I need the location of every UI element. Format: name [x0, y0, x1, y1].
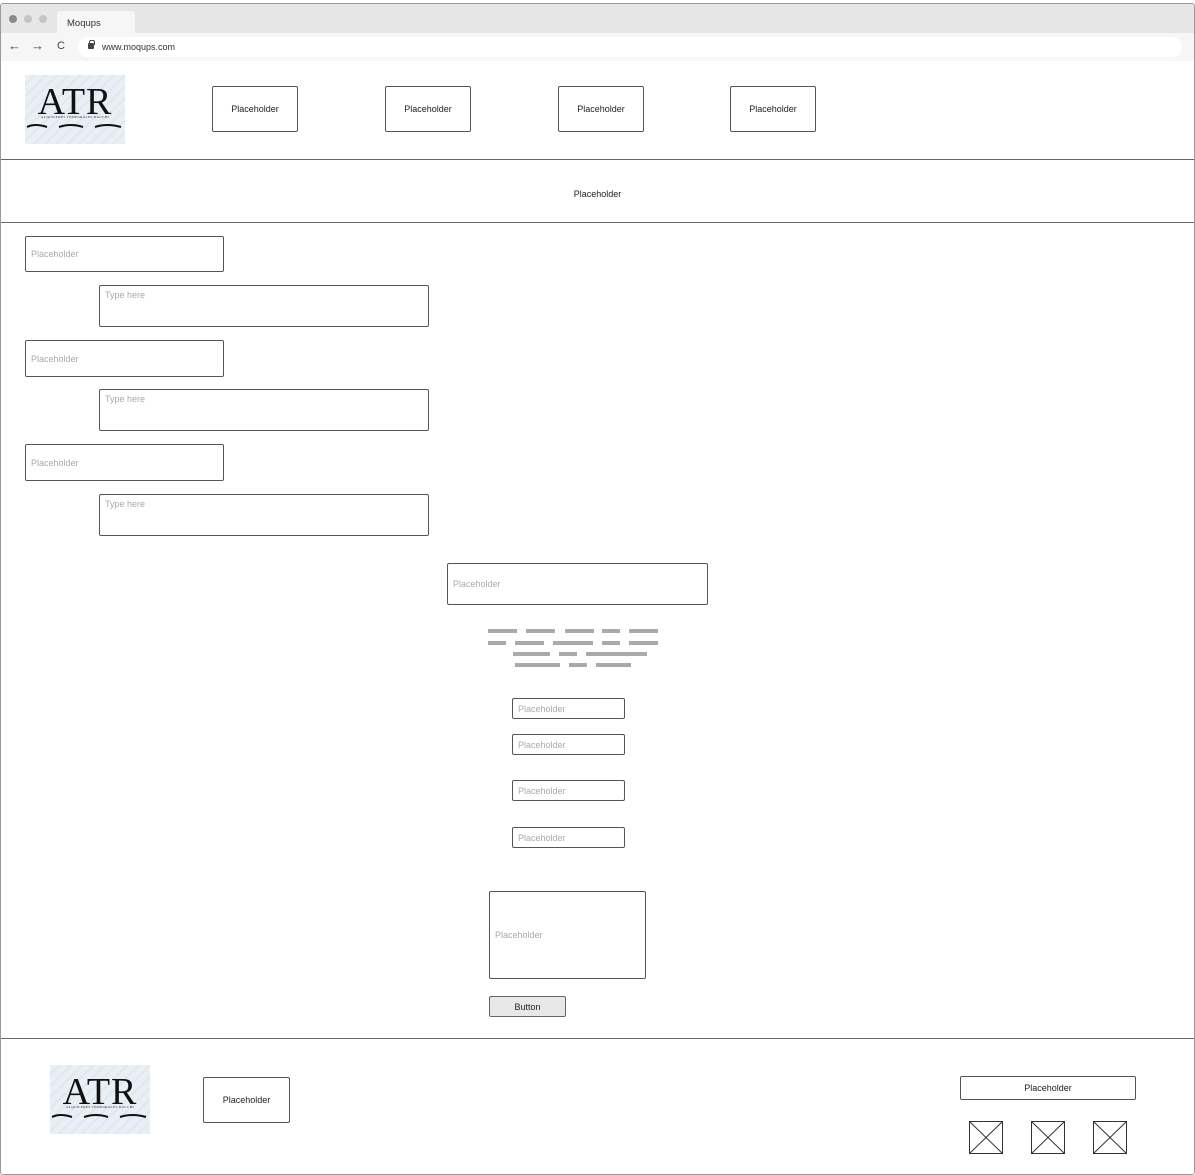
browser-address-row: ← → C www.moqups.com	[1, 33, 1194, 61]
window-minimize-dot[interactable]	[24, 15, 32, 23]
header-logo[interactable]: ATR ALQUILERES TEMPORALES DACCHI	[25, 75, 125, 144]
center-input-3[interactable]: Placeholder	[512, 780, 625, 801]
back-arrow-icon[interactable]: ←	[8, 39, 21, 53]
logo-subtitle: ALQUILERES TEMPORALES DACCHI	[65, 1105, 135, 1109]
footer-logo[interactable]: ATR ALQUILERES TEMPORALES DACCHI	[50, 1065, 150, 1134]
form-label-field-2[interactable]: Placeholder	[25, 340, 224, 377]
browser-tab[interactable]: Moqups	[57, 11, 135, 34]
center-input-2[interactable]: Placeholder	[512, 734, 625, 755]
logo-waves-icon	[26, 124, 122, 128]
submit-button[interactable]: Button	[489, 996, 566, 1017]
nav-item-3[interactable]: Placeholder	[558, 86, 644, 132]
nav-item-2[interactable]: Placeholder	[385, 86, 471, 132]
footer-right-box[interactable]: Placeholder	[960, 1076, 1136, 1100]
reload-icon[interactable]: C	[57, 39, 65, 53]
url-text: www.moqups.com	[102, 42, 176, 52]
browser-tab-bar: Moqups	[1, 4, 1194, 34]
logo-waves-icon	[51, 1114, 147, 1118]
footer-link[interactable]: Placeholder	[203, 1077, 290, 1123]
center-input-4[interactable]: Placeholder	[512, 827, 625, 848]
nav-item-1[interactable]: Placeholder	[212, 86, 298, 132]
message-textarea[interactable]: Placeholder	[489, 891, 646, 979]
form-textarea-3[interactable]: Type here	[99, 494, 429, 536]
forward-arrow-icon[interactable]: →	[31, 39, 44, 53]
window-maximize-dot[interactable]	[39, 15, 47, 23]
lock-icon	[88, 40, 95, 49]
image-placeholder-icon[interactable]	[1031, 1121, 1065, 1154]
header-divider	[1, 159, 1194, 160]
image-placeholder-icon[interactable]	[969, 1121, 1003, 1154]
form-label-field-3[interactable]: Placeholder	[25, 444, 224, 481]
banner-divider	[1, 222, 1194, 223]
form-textarea-2[interactable]: Type here	[99, 389, 429, 431]
window-close-dot[interactable]	[9, 15, 17, 23]
browser-window: Moqups ← → C www.moqups.com ATR ALQUILER…	[0, 3, 1195, 1175]
nav-item-4[interactable]: Placeholder	[730, 86, 816, 132]
image-placeholder-icon[interactable]	[1093, 1121, 1127, 1154]
form-label-field-1[interactable]: Placeholder	[25, 236, 224, 272]
center-heading-field[interactable]: Placeholder	[447, 563, 708, 605]
logo-subtitle: ALQUILERES TEMPORALES DACCHI	[40, 115, 110, 119]
address-bar[interactable]: www.moqups.com	[78, 37, 1182, 57]
form-textarea-1[interactable]: Type here	[99, 285, 429, 327]
footer-divider	[1, 1038, 1194, 1039]
center-input-1[interactable]: Placeholder	[512, 698, 625, 719]
banner-text: Placeholder	[573, 189, 622, 199]
